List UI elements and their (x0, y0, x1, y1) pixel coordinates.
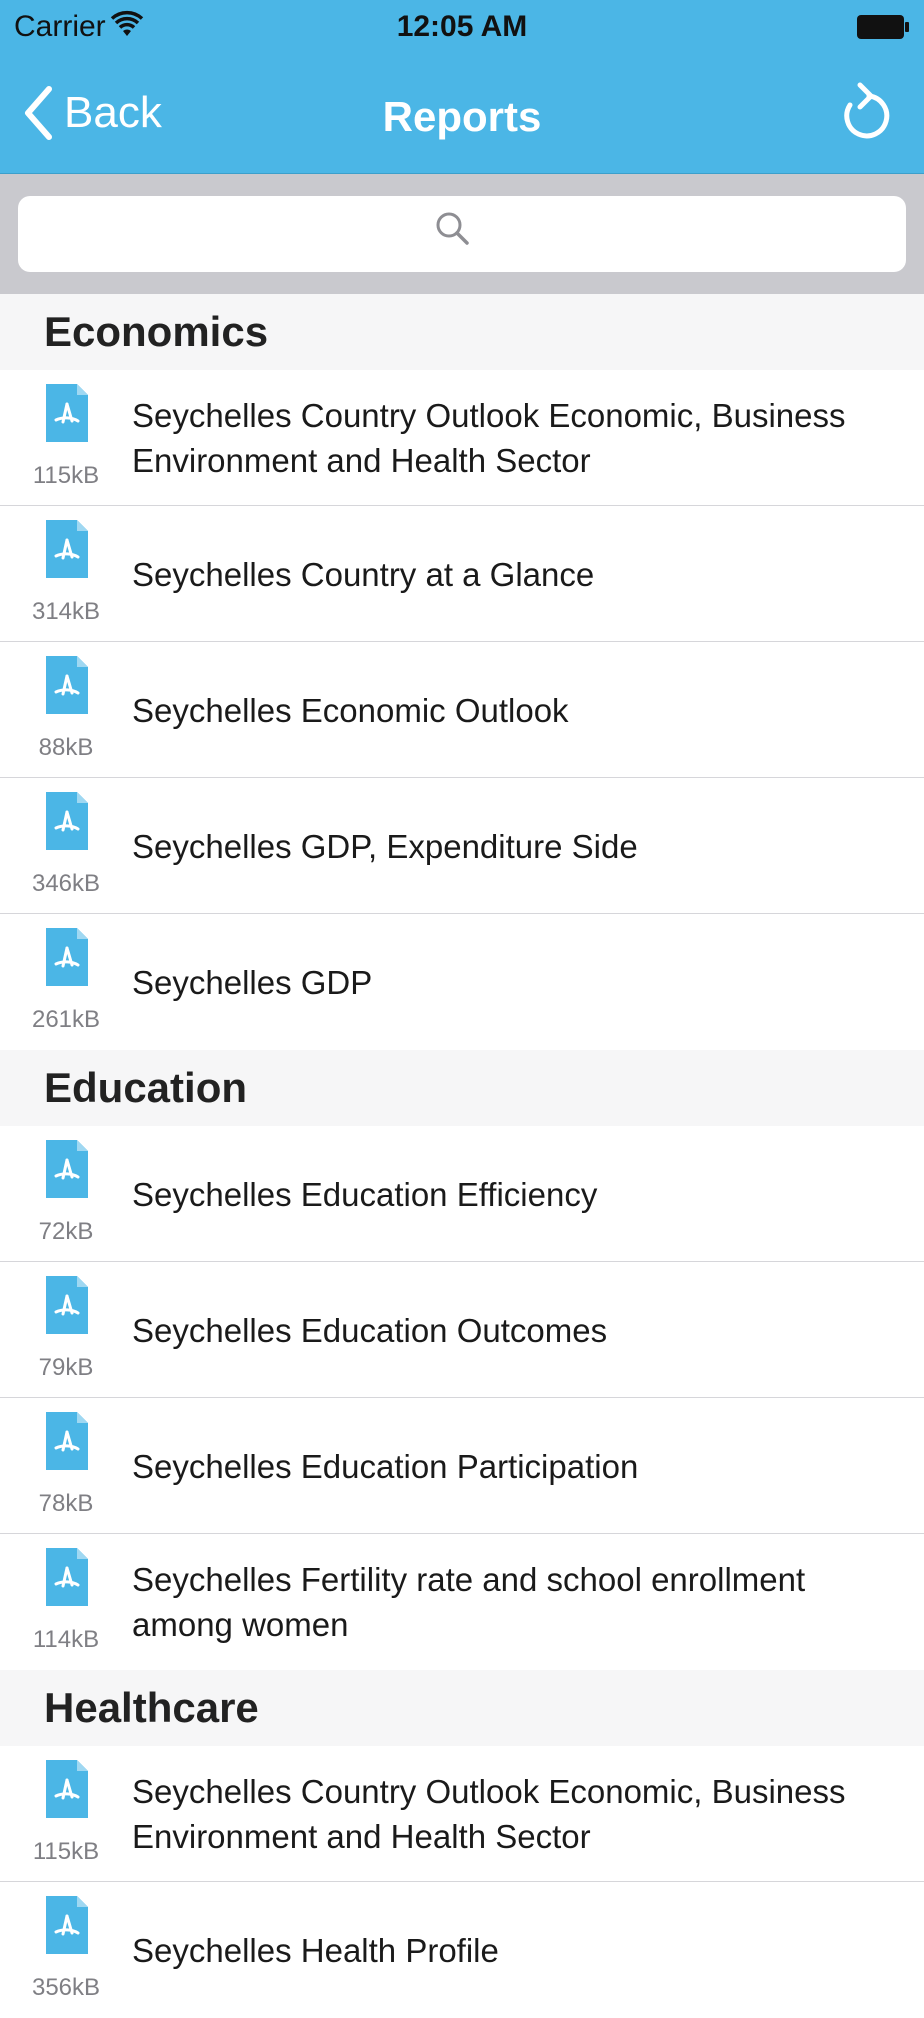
report-title: Seychelles GDP, Expenditure Side (132, 827, 638, 865)
report-row[interactable]: 78kB Seychelles Education Participation (0, 1398, 924, 1534)
section-title: Healthcare (44, 1684, 259, 1731)
report-row[interactable]: 314kB Seychelles Country at a Glance (0, 506, 924, 642)
report-title: Seychelles Country Outlook Economic, Bus… (132, 397, 846, 479)
report-row[interactable]: 79kB Seychelles Education Outcomes (0, 1262, 924, 1398)
file-size: 114kB (32, 1626, 100, 1653)
section-header: Healthcare (0, 1670, 924, 1746)
pdf-file-icon (46, 1896, 88, 1954)
pdf-file-icon (46, 384, 88, 442)
section-title: Education (44, 1064, 248, 1111)
section-title: Economics (44, 308, 269, 355)
pdf-file-icon (46, 792, 88, 850)
report-title: Seychelles Education Outcomes (132, 1311, 608, 1349)
report-title: Seychelles Country at a Glance (132, 555, 595, 593)
file-size: 88kB (38, 734, 94, 761)
file-size: 356kB (31, 1974, 101, 2001)
clock: 12:05 AM (396, 10, 528, 43)
file-size: 79kB (38, 1354, 94, 1381)
report-row[interactable]: 72kB Seychelles Education Efficiency (0, 1126, 924, 1262)
search-icon (436, 212, 469, 245)
pdf-file-icon (46, 1760, 88, 1818)
page-title: Reports (382, 93, 542, 140)
section-header: Economics (0, 294, 924, 370)
file-size: 261kB (31, 1006, 101, 1033)
pdf-file-icon (46, 1276, 88, 1334)
report-title: Seychelles GDP (132, 963, 373, 1001)
report-title: Seychelles Health Profile (132, 1931, 499, 1969)
report-row[interactable]: 114kB Seychelles Fertility rate and schoo… (0, 1534, 924, 1670)
file-size: 78kB (38, 1490, 94, 1517)
section-header: Education (0, 1050, 924, 1126)
refresh-icon[interactable] (838, 81, 890, 143)
report-title: Seychelles Education Participation (132, 1447, 639, 1485)
reports-list: Economics 115kB Seychelles Country Outlook… (0, 294, 924, 2018)
status-bar: Carrier 12:05 AM (0, 0, 924, 55)
file-size: 72kB (38, 1218, 94, 1245)
pdf-file-icon (46, 1140, 88, 1198)
report-title: Seychelles Country Outlook Economic, Bus… (132, 1773, 846, 1855)
report-row[interactable]: 88kB Seychelles Economic Outlook (0, 642, 924, 778)
file-size: 346kB (31, 870, 101, 897)
battery-icon (857, 15, 909, 39)
navigation-bar: Back Reports (0, 55, 924, 174)
report-title: Seychelles Fertility rate and school enr… (132, 1561, 806, 1643)
report-title: Seychelles Education Efficiency (132, 1175, 598, 1213)
report-row[interactable]: 261kB Seychelles GDP (0, 914, 924, 1050)
pdf-file-icon (46, 928, 88, 986)
report-row[interactable]: 356kB Seychelles Health Profile (0, 1882, 924, 2018)
pdf-file-icon (46, 1412, 88, 1470)
pdf-file-icon (46, 520, 88, 578)
file-size: 115kB (32, 462, 100, 489)
file-size: 314kB (31, 598, 101, 625)
search-bar (0, 174, 924, 294)
report-row[interactable]: 115kB Seychelles Country Outlook Economic… (0, 370, 924, 506)
file-size: 115kB (32, 1838, 100, 1865)
report-title: Seychelles Economic Outlook (132, 691, 569, 729)
report-row[interactable]: 115kB Seychelles Country Outlook Economic… (0, 1746, 924, 1882)
pdf-file-icon (46, 1548, 88, 1606)
report-row[interactable]: 346kB Seychelles GDP, Expenditure Side (0, 778, 924, 914)
pdf-file-icon (46, 656, 88, 714)
